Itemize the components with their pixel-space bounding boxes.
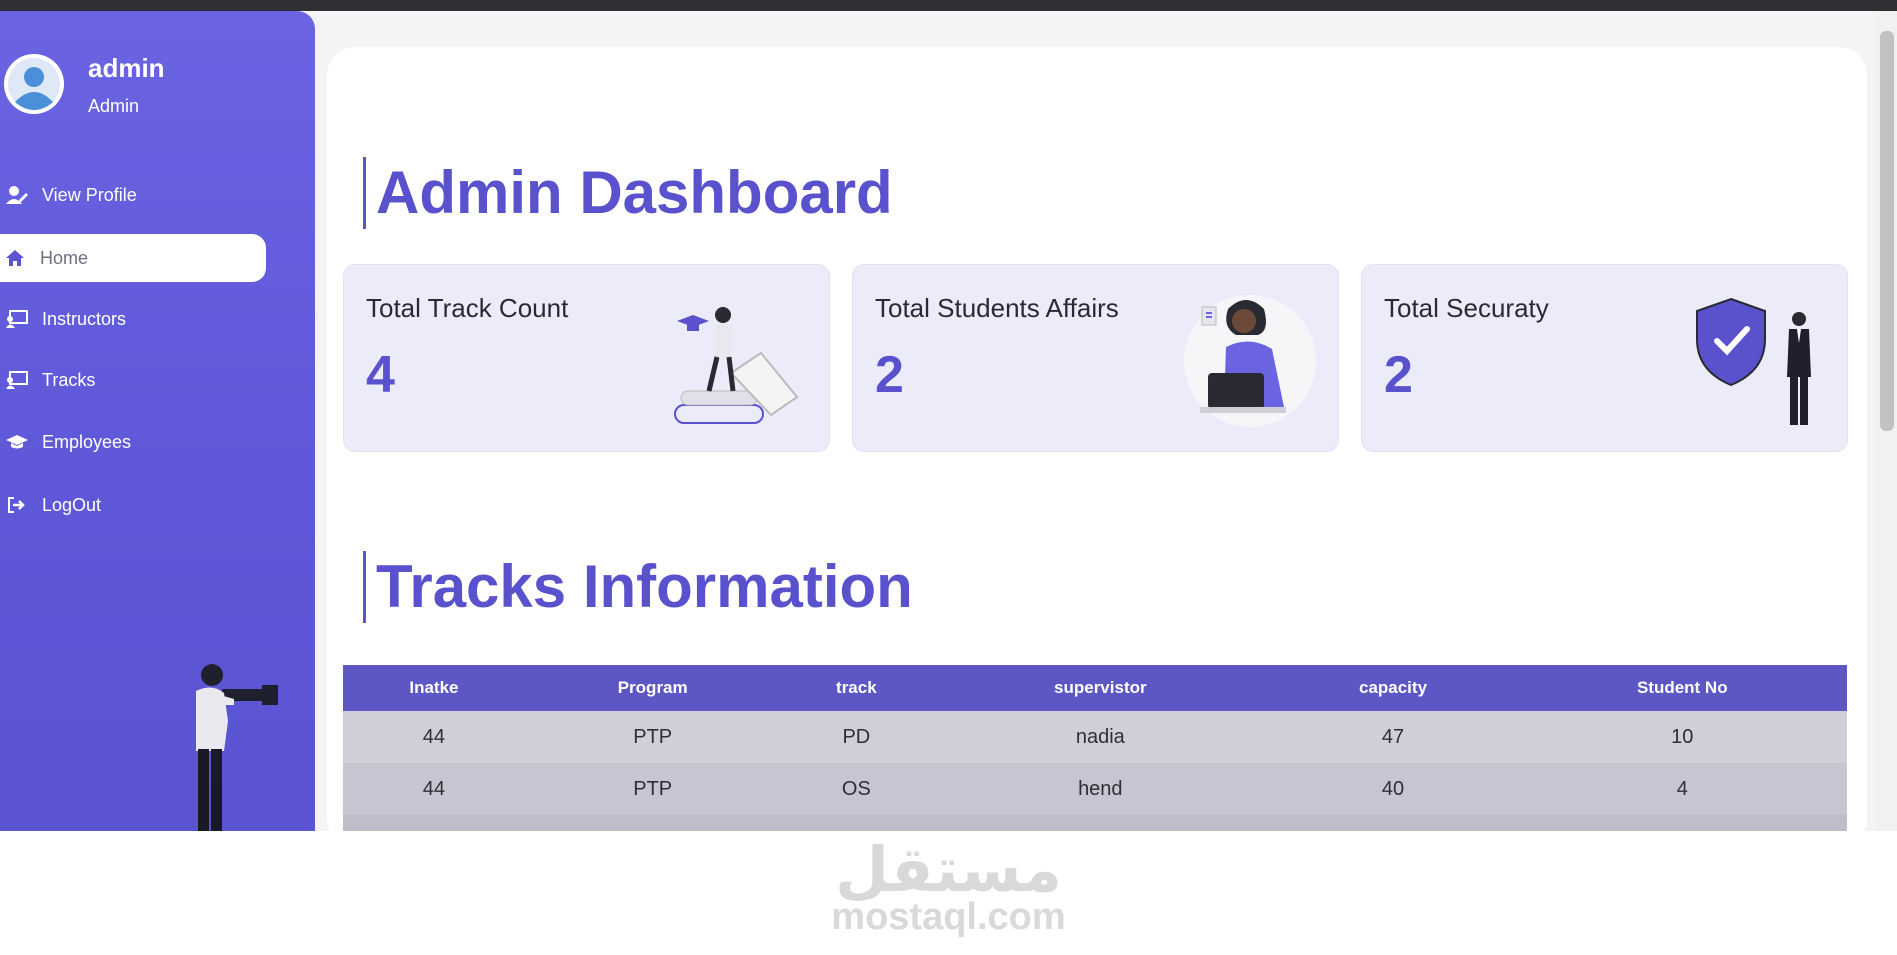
woman-with-laptop-illustration bbox=[1184, 295, 1316, 427]
nav-view-profile[interactable]: View Profile bbox=[0, 171, 266, 219]
nav-label: Home bbox=[40, 247, 89, 268]
card-total-track-count: Total Track Count 4 bbox=[343, 264, 830, 452]
card-title: Total Securaty bbox=[1384, 293, 1549, 323]
student-on-books-illustration bbox=[674, 307, 799, 424]
column-header[interactable]: supervistor bbox=[932, 665, 1269, 711]
nav-label: LogOut bbox=[42, 494, 102, 515]
table-cell: nadia bbox=[932, 711, 1269, 763]
column-header[interactable]: Inatke bbox=[343, 665, 525, 711]
nav-label: Tracks bbox=[42, 369, 96, 390]
table-cell: 4 bbox=[1517, 763, 1847, 815]
home-icon bbox=[4, 247, 26, 269]
table-cell: 2 bbox=[1517, 815, 1847, 831]
card-value: 2 bbox=[1384, 346, 1413, 404]
table-row[interactable]: 25 ITP Net abdullah 30 2 bbox=[343, 815, 1847, 831]
table-cell: PTP bbox=[524, 711, 781, 763]
nav-label: View Profile bbox=[42, 184, 137, 205]
browser-top-bar bbox=[0, 0, 1897, 11]
nav-label: Employees bbox=[42, 431, 132, 452]
table-cell: 30 bbox=[1268, 815, 1518, 831]
tracks-table: Inatke Program track supervistor capacit… bbox=[343, 665, 1847, 831]
table-row[interactable]: 44 PTP PD nadia 47 10 bbox=[343, 711, 1847, 763]
nav-instructors[interactable]: Instructors bbox=[0, 295, 266, 343]
app-window: admin Admin View Profile Home Instructor… bbox=[0, 11, 1897, 831]
sign-out-icon bbox=[6, 494, 28, 516]
user-name: admin bbox=[88, 53, 165, 83]
vertical-scrollbar[interactable] bbox=[1877, 11, 1897, 831]
table-row[interactable]: 44 PTP OS hend 40 4 bbox=[343, 763, 1847, 815]
table-cell: PD bbox=[780, 711, 933, 763]
tracks-section-title: Tracks Information bbox=[363, 551, 913, 623]
user-edit-icon bbox=[6, 184, 28, 206]
page-title: Admin Dashboard bbox=[363, 157, 893, 229]
table-cell: OS bbox=[780, 763, 933, 815]
table-cell: ITP bbox=[524, 815, 781, 831]
nav-employees[interactable]: Employees bbox=[0, 418, 266, 466]
scrollbar-thumb[interactable] bbox=[1880, 31, 1894, 431]
table-cell: 44 bbox=[343, 711, 525, 763]
table-cell: abdullah bbox=[932, 815, 1269, 831]
chalkboard-teacher-icon bbox=[6, 308, 28, 330]
watermark: مستقل mostaql.com bbox=[0, 831, 1897, 955]
table-cell: hend bbox=[932, 763, 1269, 815]
card-total-students-affairs: Total Students Affairs 2 bbox=[852, 264, 1339, 452]
table-cell: Net bbox=[780, 815, 933, 831]
photographer-illustration bbox=[196, 664, 278, 831]
card-total-securaty: Total Securaty 2 bbox=[1361, 264, 1848, 452]
table-cell: 25 bbox=[343, 815, 525, 831]
column-header[interactable]: Program bbox=[524, 665, 781, 711]
nav-logout[interactable]: LogOut bbox=[0, 481, 266, 529]
card-value: 2 bbox=[875, 346, 904, 404]
table-cell: 47 bbox=[1268, 711, 1518, 763]
table-cell: 10 bbox=[1517, 711, 1847, 763]
nav-tracks[interactable]: Tracks bbox=[0, 356, 266, 404]
table-cell: 44 bbox=[343, 763, 525, 815]
column-header[interactable]: Student No bbox=[1517, 665, 1847, 711]
card-value: 4 bbox=[366, 346, 395, 404]
graduation-cap-icon bbox=[6, 431, 28, 453]
user-role: Admin bbox=[88, 96, 140, 116]
column-header[interactable]: capacity bbox=[1268, 665, 1518, 711]
column-header[interactable]: track bbox=[780, 665, 933, 711]
table-cell: 40 bbox=[1268, 763, 1518, 815]
avatar[interactable] bbox=[2, 52, 66, 116]
watermark-latin: mostaql.com bbox=[831, 896, 1066, 938]
security-shield-guard-illustration bbox=[1696, 297, 1811, 425]
chalkboard-teacher-icon bbox=[6, 369, 28, 391]
card-title: Total Students Affairs bbox=[875, 293, 1119, 323]
nav-label: Instructors bbox=[42, 308, 127, 329]
table-cell: PTP bbox=[524, 763, 781, 815]
table-header-row: Inatke Program track supervistor capacit… bbox=[343, 665, 1847, 711]
card-title: Total Track Count bbox=[366, 293, 569, 323]
sidebar: admin Admin View Profile Home Instructor… bbox=[0, 11, 315, 831]
nav-home[interactable]: Home bbox=[0, 234, 266, 282]
